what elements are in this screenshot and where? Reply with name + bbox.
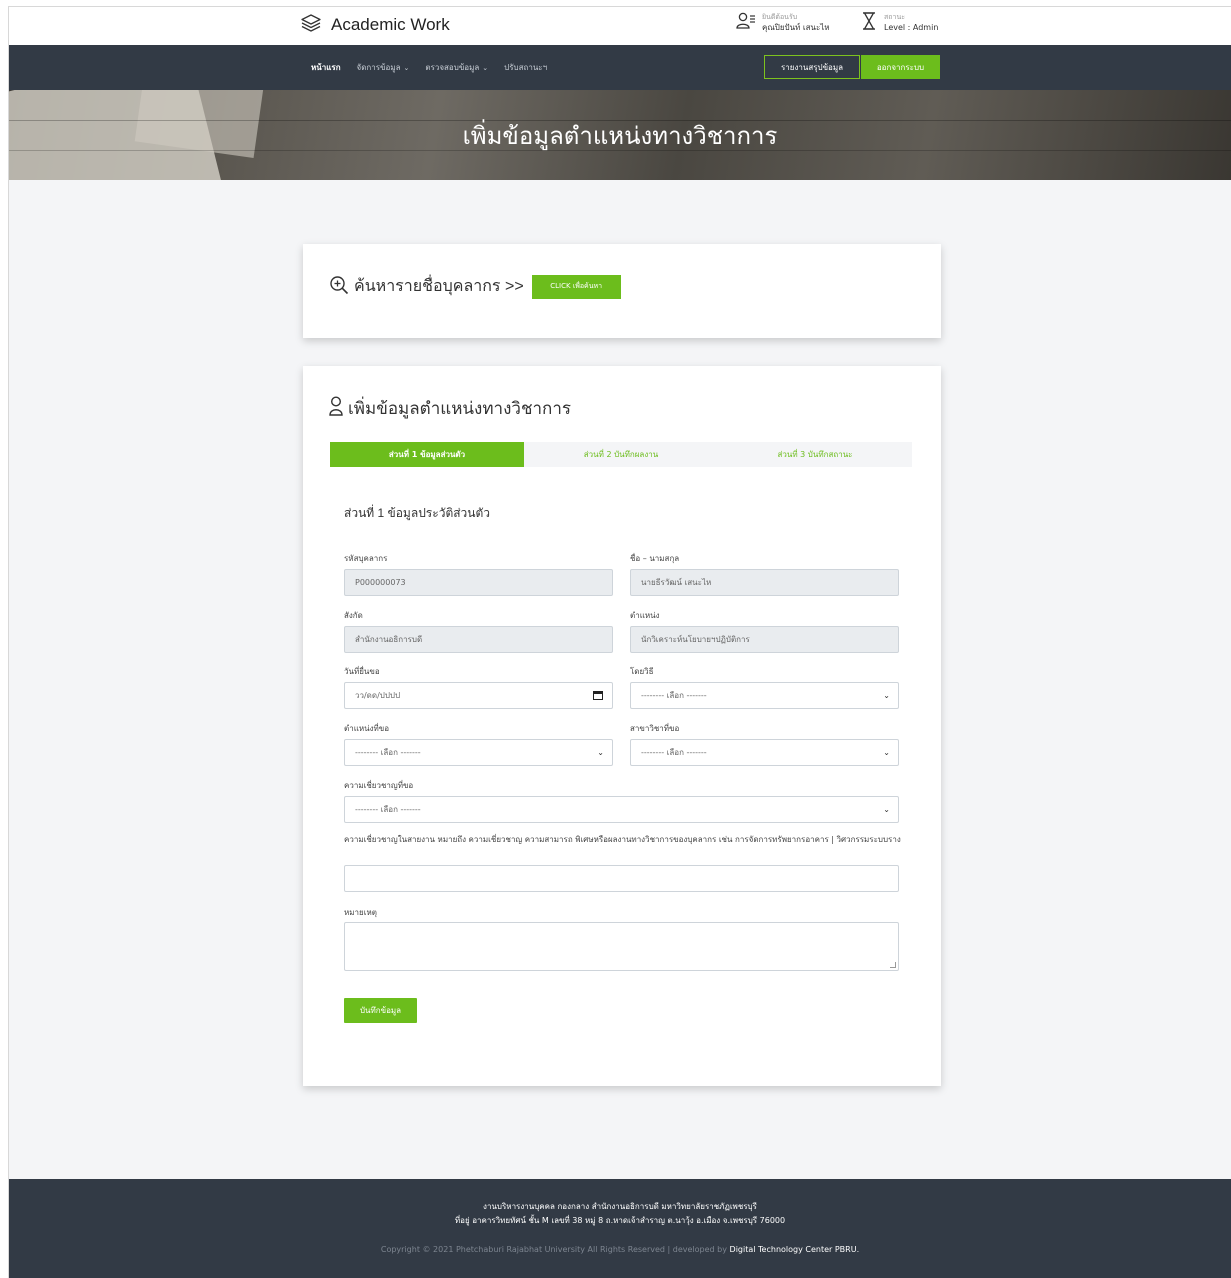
search-staff-button[interactable]: CLICK เพื่อค้นหา xyxy=(531,274,621,299)
page-frame: Academic Work ยินดีต้อนรับ คุณปิยปันท์ เ… xyxy=(8,6,1231,1278)
tab-status-record[interactable]: ส่วนที่ 3 บันทึกสถานะ xyxy=(718,442,912,467)
chevron-down-icon: ⌄ xyxy=(883,691,890,700)
footer: งานบริหารงานบุคคล กองกลาง สำนักงานอธิการ… xyxy=(9,1179,1231,1278)
footer-address: ที่อยู่ อาคารวิทยทัศน์ ชั้น M เลขที่ 38 … xyxy=(454,1216,786,1225)
requested-position-select[interactable]: -------- เลือก ------- ⌄ xyxy=(344,739,613,766)
nav-item-manage-data[interactable]: จัดการข้อมูล ⌄ xyxy=(357,61,410,74)
full-name-field: นายธีรวัฒน์ เสนะไห xyxy=(630,569,899,596)
logout-button[interactable]: ออกจากระบบ xyxy=(861,55,940,79)
expertise-label: ความเชี่ยวชาญที่ขอ xyxy=(344,781,414,790)
user-label: ยินดีต้อนรับ xyxy=(762,12,798,21)
affiliation-value: สำนักงานอธิการบดี xyxy=(355,635,423,644)
staff-id-label: รหัสบุคลากร xyxy=(344,554,388,563)
page-title: เพิ่มข้อมูลตำแหน่งทางวิชาการ xyxy=(462,122,778,150)
requested-field-label: สาขาวิชาที่ขอ xyxy=(630,724,680,733)
position-value: นักวิเคราะห์นโยบายฯปฏิบัติการ xyxy=(641,635,750,644)
form-title-text: เพิ่มข้อมูลตำแหน่งทางวิชาการ xyxy=(348,399,572,418)
resize-handle-icon[interactable] xyxy=(890,962,896,968)
main-nav: หน้าแรก จัดการข้อมูล ⌄ ตรวจสอบข้อมูล ⌄ ปรั… xyxy=(9,45,1231,90)
report-summary-button[interactable]: รายงานสรุปข้อมูล xyxy=(764,55,860,79)
hourglass-icon xyxy=(862,12,876,34)
section-heading: ส่วนที่ 1 ข้อมูลประวัติส่วนตัว xyxy=(344,506,491,520)
layers-icon xyxy=(301,14,321,36)
nav-item-verify-data[interactable]: ตรวจสอบข้อมูล ⌄ xyxy=(425,61,488,74)
page-banner: เพิ่มข้อมูลตำแหน่งทางวิชาการ xyxy=(9,90,1231,180)
calendar-icon[interactable] xyxy=(593,691,603,700)
submit-date-input[interactable]: วว/ดด/ปปปป xyxy=(344,682,613,709)
status-label: สถานะ xyxy=(884,12,905,21)
requested-field-selected-value: -------- เลือก ------- xyxy=(641,748,707,757)
method-select[interactable]: -------- เลือก ------- ⌄ xyxy=(630,682,899,709)
search-row: ค้นหารายชื่อบุคลากร >> CLICK เพื่อค้นหา xyxy=(329,274,621,299)
nav-item-update-status[interactable]: ปรับสถานะฯ xyxy=(504,61,547,74)
staff-id-value: P000000073 xyxy=(355,578,406,587)
remark-label: หมายเหตุ xyxy=(344,908,377,917)
tab-personal-info[interactable]: ส่วนที่ 1 ข้อมูลส่วนตัว xyxy=(330,442,524,467)
tab-work-record[interactable]: ส่วนที่ 2 บันทึกผลงาน xyxy=(524,442,718,467)
footer-organization: งานบริหารงานบุคคล กองกลาง สำนักงานอธิการ… xyxy=(483,1202,757,1211)
save-button[interactable]: บันทึกข้อมูล xyxy=(344,998,417,1023)
search-label: ค้นหารายชื่อบุคลากร >> xyxy=(354,278,524,295)
position-label: ตำแหน่ง xyxy=(630,611,660,620)
chevron-down-icon: ⌄ xyxy=(883,748,890,757)
status-info: สถานะ Level : Admin xyxy=(862,12,938,34)
chevron-down-icon: ⌄ xyxy=(883,805,890,814)
full-name-value: นายธีรวัฒน์ เสนะไห xyxy=(641,578,712,587)
copyright: Copyright © 2021 Phetchaburi Rajabhat Un… xyxy=(9,1245,1231,1254)
chevron-down-icon: ⌄ xyxy=(482,64,489,72)
academic-position-form: เพิ่มข้อมูลตำแหน่งทางวิชาการ ส่วนที่ 1 ข… xyxy=(303,366,941,1086)
affiliation-field: สำนักงานอธิการบดี xyxy=(344,626,613,653)
expertise-detail-input[interactable] xyxy=(344,865,899,892)
nav-menu: หน้าแรก จัดการข้อมูล ⌄ ตรวจสอบข้อมูล ⌄ ปรั… xyxy=(311,45,547,90)
expertise-selected-value: -------- เลือก ------- xyxy=(355,805,421,814)
user-name: คุณปิยปันท์ เสนะไห xyxy=(762,22,830,32)
user-icon xyxy=(329,396,343,421)
nav-item-label: ปรับสถานะฯ xyxy=(504,63,548,72)
copyright-text: Copyright © 2021 Phetchaburi Rajabhat Un… xyxy=(380,1245,727,1254)
staff-id-field: P000000073 xyxy=(344,569,613,596)
method-label: โดยวิธี xyxy=(630,667,654,676)
affiliation-label: สังกัด xyxy=(344,611,363,620)
nav-item-home[interactable]: หน้าแรก xyxy=(311,61,341,74)
position-field: นักวิเคราะห์นโยบายฯปฏิบัติการ xyxy=(630,626,899,653)
remark-textarea[interactable] xyxy=(344,922,899,971)
submit-date-placeholder: วว/ดด/ปปปป xyxy=(355,691,401,700)
status-value: Level : Admin xyxy=(884,22,939,32)
brand-name: Academic Work xyxy=(331,15,450,34)
nav-item-label: ตรวจสอบข้อมูล xyxy=(425,63,480,72)
expertise-select[interactable]: -------- เลือก ------- ⌄ xyxy=(344,796,899,823)
top-bar: Academic Work ยินดีต้อนรับ คุณปิยปันท์ เ… xyxy=(9,7,1231,45)
submit-date-label: วันที่ยื่นขอ xyxy=(344,667,380,676)
chevron-down-icon: ⌄ xyxy=(597,748,604,757)
requested-position-selected-value: -------- เลือก ------- xyxy=(355,748,421,757)
user-list-icon xyxy=(736,12,756,34)
user-info: ยินดีต้อนรับ คุณปิยปันท์ เสนะไห xyxy=(736,12,830,34)
expertise-note: ความเชี่ยวชาญในสายงาน หมายถึง ความเชี่ยว… xyxy=(344,835,901,844)
search-card: ค้นหารายชื่อบุคลากร >> CLICK เพื่อค้นหา xyxy=(303,244,941,338)
developer-link[interactable]: Digital Technology Center PBRU. xyxy=(730,1245,860,1254)
requested-position-label: ตำแหน่งที่ขอ xyxy=(344,724,390,733)
form-tabs: ส่วนที่ 1 ข้อมูลส่วนตัว ส่วนที่ 2 บันทึก… xyxy=(330,442,912,467)
nav-item-label: จัดการข้อมูล xyxy=(356,63,401,72)
form-title: เพิ่มข้อมูลตำแหน่งทางวิชาการ xyxy=(329,395,571,422)
chevron-down-icon: ⌄ xyxy=(403,64,410,72)
method-selected-value: -------- เลือก ------- xyxy=(641,691,707,700)
full-name-label: ชื่อ – นามสกุล xyxy=(630,554,680,563)
zoom-in-icon xyxy=(329,275,349,299)
requested-field-select[interactable]: -------- เลือก ------- ⌄ xyxy=(630,739,899,766)
nav-item-label: หน้าแรก xyxy=(311,63,341,72)
brand[interactable]: Academic Work xyxy=(301,14,450,36)
